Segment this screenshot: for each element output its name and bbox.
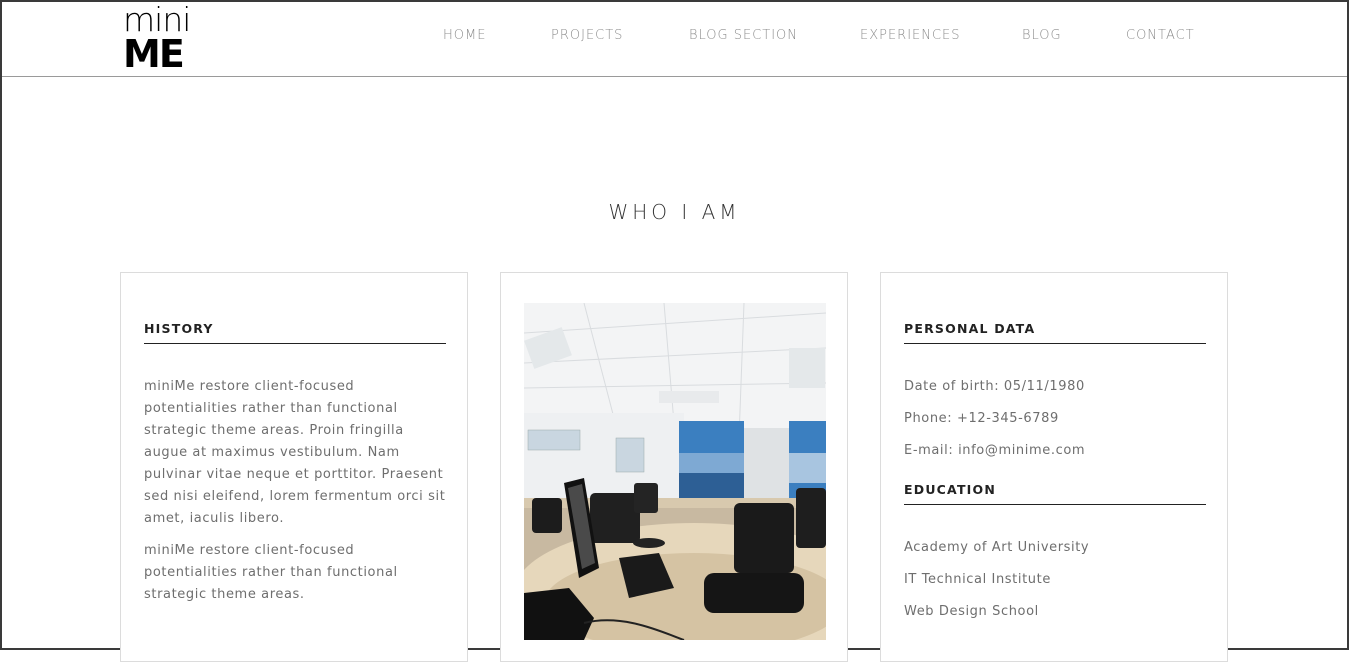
- office-photo: [524, 303, 826, 640]
- education-item: IT Technical Institute: [904, 572, 1051, 587]
- nav-blog-section[interactable]: BLOG SECTION: [689, 28, 798, 43]
- history-paragraph-1: miniMe restore client-focused potentiali…: [144, 379, 446, 526]
- photo-card: [500, 272, 848, 662]
- personal-data-heading: PERSONAL DATA: [904, 321, 1206, 344]
- education-heading: EDUCATION: [904, 482, 1206, 505]
- logo[interactable]: mini ME: [123, 0, 191, 76]
- nav-blog[interactable]: BLOG: [1022, 28, 1062, 43]
- nav-home[interactable]: HOME: [443, 28, 486, 43]
- logo-me-text: ME: [123, 32, 185, 76]
- history-paragraph-2: miniMe restore client-focused potentiali…: [144, 543, 398, 602]
- nav-experiences[interactable]: EXPERIENCES: [860, 28, 961, 43]
- history-heading: HISTORY: [144, 321, 446, 344]
- education-item: Web Design School: [904, 604, 1039, 619]
- office-photo-illustration: [524, 303, 826, 640]
- personal-card: PERSONAL DATA Date of birth: 05/11/1980 …: [880, 272, 1228, 662]
- education-item: Academy of Art University: [904, 540, 1090, 555]
- nav-projects[interactable]: PROJECTS: [551, 28, 623, 43]
- phone[interactable]: Phone: +12-345-6789: [904, 411, 1059, 426]
- history-card: HISTORY miniMe restore client-focused po…: [120, 272, 468, 662]
- date-of-birth: Date of birth: 05/11/1980: [904, 379, 1085, 394]
- email[interactable]: E-mail: info@minime.com: [904, 443, 1085, 458]
- nav-contact[interactable]: CONTACT: [1126, 28, 1195, 43]
- section-title: WHO I AM: [608, 200, 741, 224]
- site-header: mini ME HOME PROJECTS BLOG SECTION EXPER…: [2, 0, 1347, 77]
